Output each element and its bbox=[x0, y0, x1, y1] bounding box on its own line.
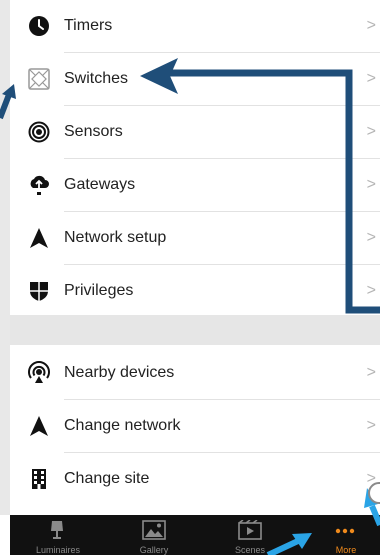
menu-item-label: Privileges bbox=[64, 282, 134, 299]
chevron-right-icon: > bbox=[366, 470, 376, 487]
chevron-right-icon: > bbox=[366, 70, 376, 87]
menu-item-sensors[interactable]: Sensors > bbox=[10, 106, 380, 158]
tab-scenes[interactable]: Scenes bbox=[210, 515, 290, 555]
chevron-right-icon: > bbox=[366, 176, 376, 193]
more-screen: Timers > Switches > Sensors > Gateways >… bbox=[10, 0, 380, 555]
menu-item-label: Change network bbox=[64, 417, 181, 434]
menu-item-nearby-devices[interactable]: Nearby devices > bbox=[10, 347, 380, 399]
tab-label: More bbox=[335, 545, 357, 555]
menu-item-change-network[interactable]: Change network > bbox=[10, 400, 380, 452]
network-icon bbox=[27, 414, 51, 438]
menu-item-label: Gateways bbox=[64, 176, 136, 193]
left-edge-strip bbox=[0, 0, 10, 515]
menu-item-gateways[interactable]: Gateways > bbox=[10, 159, 380, 211]
chevron-right-icon: > bbox=[366, 123, 376, 140]
menu-item-label: Sensors bbox=[64, 123, 123, 140]
menu-item-label: Switches bbox=[64, 70, 129, 87]
clock-icon bbox=[27, 14, 51, 38]
tab-gallery[interactable]: Gallery bbox=[114, 515, 194, 555]
shield-icon bbox=[27, 279, 51, 303]
bottom-tab-bar: Luminaires Gallery Scenes More bbox=[10, 515, 380, 555]
chevron-right-icon: > bbox=[366, 282, 376, 299]
chevron-right-icon: > bbox=[366, 229, 376, 246]
switch-icon bbox=[27, 67, 51, 91]
sensor-icon bbox=[27, 120, 51, 144]
tab-label: Gallery bbox=[139, 545, 169, 555]
section-gap bbox=[10, 315, 380, 345]
menu-item-label: Nearby devices bbox=[64, 364, 175, 381]
menu-item-label: Change site bbox=[64, 470, 150, 487]
nearby-devices-icon bbox=[27, 361, 51, 385]
tab-label: Luminaires bbox=[35, 545, 81, 555]
menu-item-switches[interactable]: Switches > bbox=[10, 53, 380, 105]
menu-item-privileges[interactable]: Privileges > bbox=[10, 265, 380, 317]
menu-item-timers[interactable]: Timers > bbox=[10, 0, 380, 52]
chevron-right-icon: > bbox=[366, 364, 376, 381]
tab-label: Scenes bbox=[234, 545, 266, 555]
menu-item-label: Timers bbox=[64, 17, 113, 34]
lamp-icon bbox=[46, 520, 68, 540]
menu-item-label: Network setup bbox=[64, 229, 167, 246]
gateway-icon bbox=[27, 173, 51, 197]
menu-item-network-setup[interactable]: Network setup > bbox=[10, 212, 380, 264]
tab-more[interactable]: More bbox=[306, 515, 380, 555]
menu-item-change-site[interactable]: Change site > bbox=[10, 453, 380, 505]
more-icon bbox=[334, 520, 356, 540]
building-icon bbox=[27, 467, 51, 491]
scenes-icon bbox=[238, 519, 262, 540]
chevron-right-icon: > bbox=[366, 417, 376, 434]
chevron-right-icon: > bbox=[366, 17, 376, 34]
network-icon bbox=[27, 226, 51, 250]
gallery-icon bbox=[142, 520, 166, 540]
tab-luminaires[interactable]: Luminaires bbox=[18, 515, 98, 555]
